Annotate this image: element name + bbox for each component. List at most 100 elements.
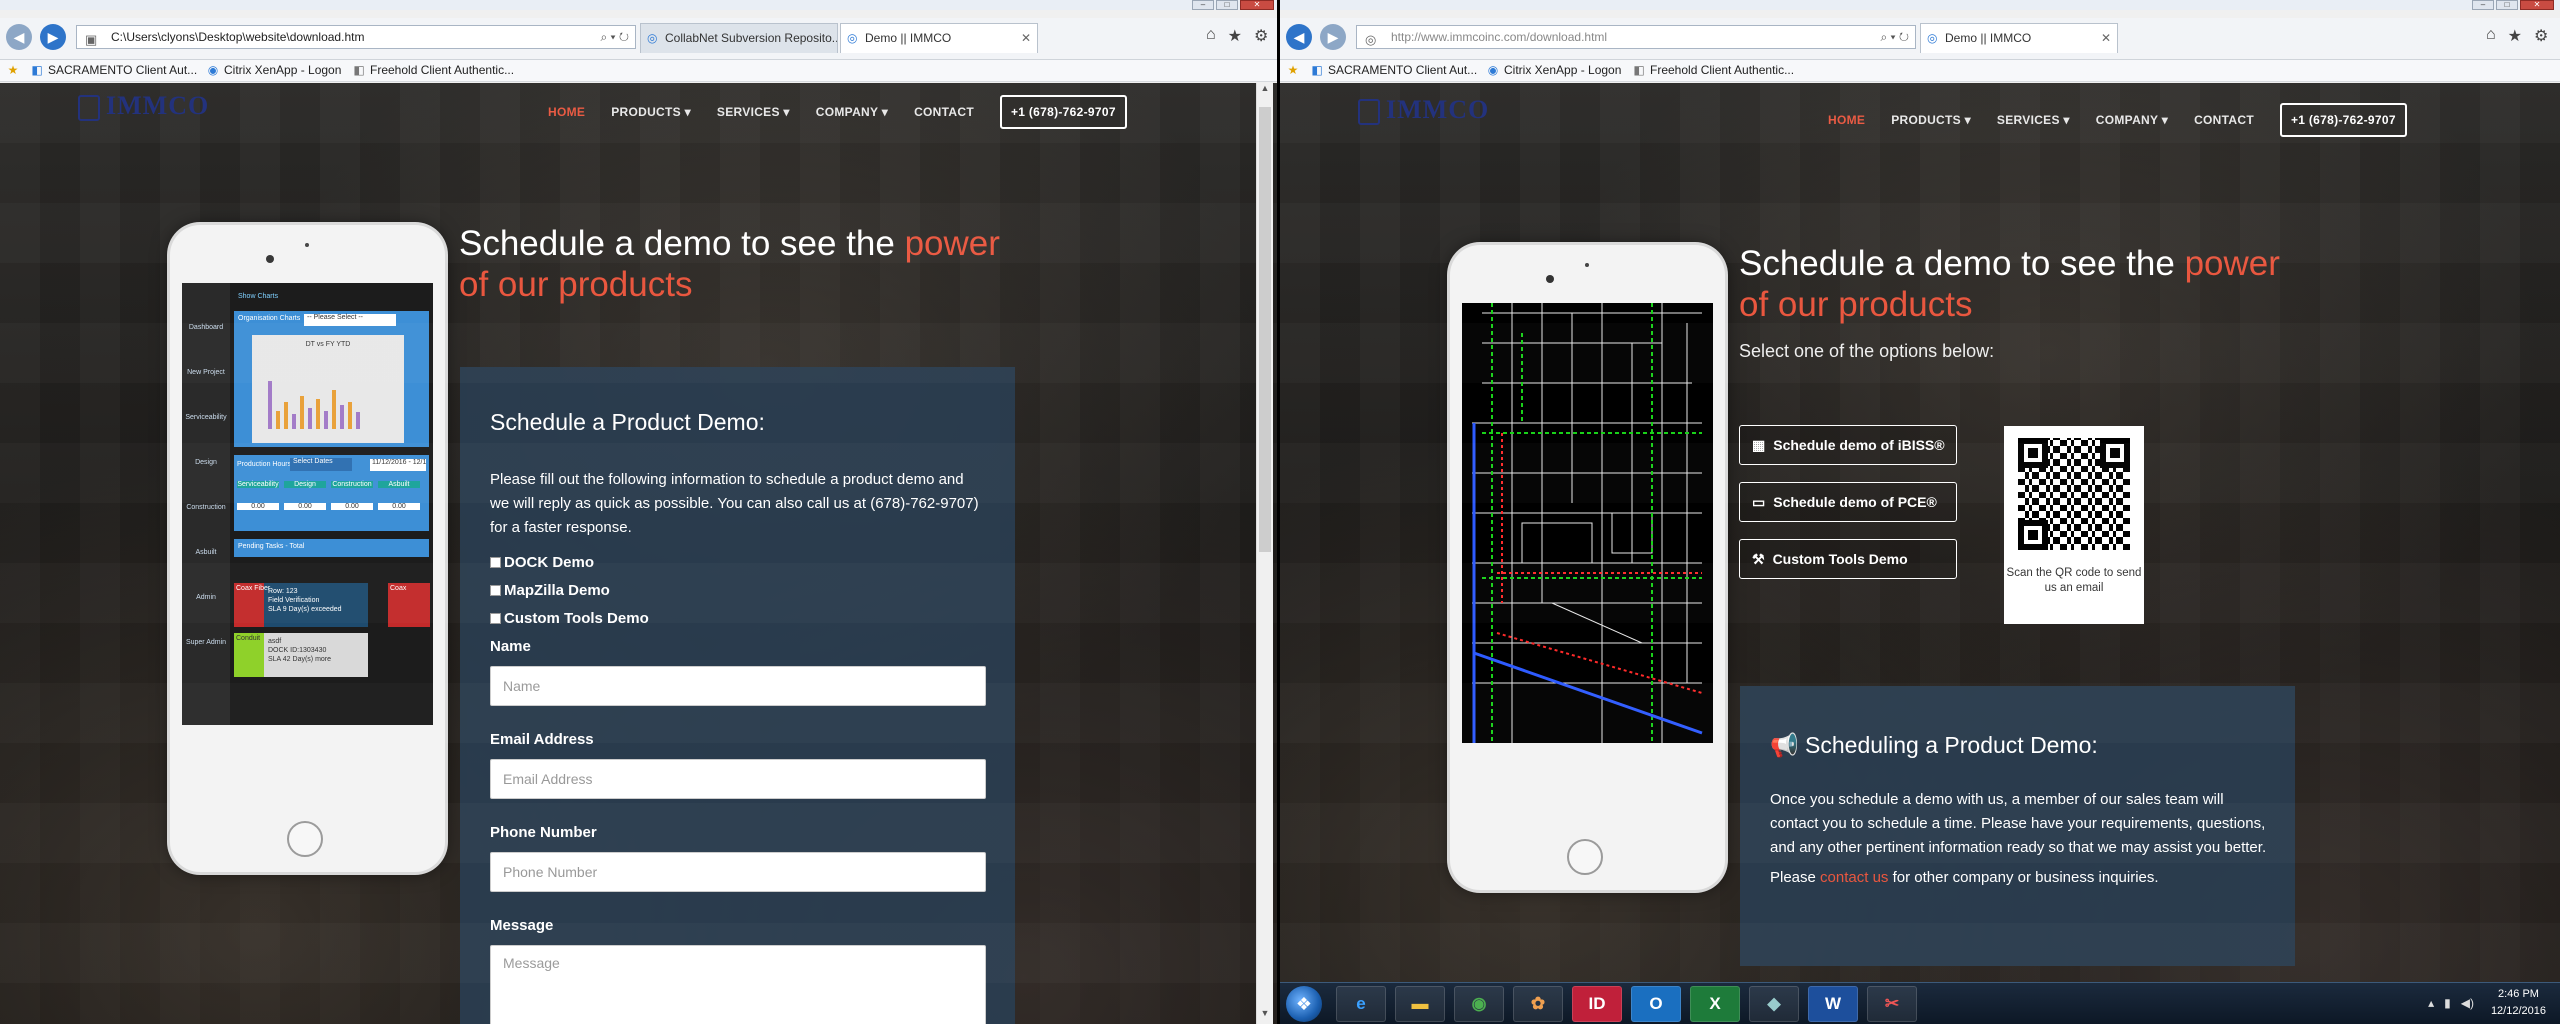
app-sidebar-item[interactable]: Serviceability — [184, 395, 228, 440]
taskbar-ie-icon[interactable]: e — [1336, 986, 1386, 1022]
favorite-link[interactable]: ◧ SACRAMENTO Client Aut... — [1310, 63, 1477, 77]
back-button[interactable]: ◀ — [1286, 24, 1312, 50]
taskbar-paint-icon[interactable]: ✿ — [1513, 986, 1563, 1022]
forward-button[interactable]: ▶ — [1320, 24, 1346, 50]
schedule-ibiss-button[interactable]: ▦ Schedule demo of iBISS® — [1739, 425, 1957, 465]
prod-select[interactable]: Select Dates — [290, 458, 352, 471]
checkbox-dock[interactable]: DOCK Demo — [490, 554, 594, 571]
checkbox-mapzilla[interactable]: MapZilla Demo — [490, 582, 610, 599]
taskbar-outlook-icon[interactable]: O — [1631, 986, 1681, 1022]
qr-code-card[interactable]: Scan the QR code to send us an email — [2004, 426, 2144, 624]
task-card-coax[interactable]: Coax — [388, 583, 430, 627]
favorite-link[interactable]: ◧ Freehold Client Authentic... — [352, 63, 514, 77]
contact-us-link[interactable]: contact us — [1820, 869, 1888, 886]
nav-products[interactable]: PRODUCTS ▾ — [1891, 113, 1971, 127]
org-label: Organisation Charts — [238, 315, 301, 322]
close-window-button[interactable]: ✕ — [1240, 0, 1274, 10]
task-card[interactable]: Coax Fiber Row: 123 Field Verification S… — [234, 583, 368, 627]
address-tools-icon[interactable]: ⌕ ▾ ↻ — [600, 26, 629, 48]
nav-contact[interactable]: CONTACT — [2194, 113, 2254, 127]
gear-icon[interactable]: ⚙ — [1254, 26, 1268, 46]
favorite-link[interactable]: ◉ Citrix XenApp - Logon — [206, 63, 342, 77]
favorite-link[interactable]: ◧ SACRAMENTO Client Aut... — [30, 63, 197, 77]
scroll-down-icon[interactable]: ▼ — [1257, 1008, 1273, 1024]
address-field[interactable]: ◎ http://www.immcoinc.com/download.html … — [1356, 25, 1916, 49]
favorite-link[interactable]: ◉ Citrix XenApp - Logon — [1486, 63, 1622, 77]
volume-icon[interactable]: ◀) — [2461, 996, 2474, 1010]
minimize-button[interactable]: – — [1192, 0, 1214, 10]
phone-input[interactable]: Phone Number — [490, 852, 986, 892]
scroll-thumb[interactable] — [1259, 107, 1271, 552]
taskbar-word-icon[interactable]: W — [1808, 986, 1858, 1022]
message-textarea[interactable]: Message — [490, 945, 986, 1024]
mini-bar-chart — [268, 369, 394, 429]
tab-demo-immco[interactable]: ◎ Demo || IMMCO ✕ — [840, 23, 1038, 53]
address-field[interactable]: ▣ C:\Users\clyons\Desktop\website\downlo… — [76, 25, 636, 49]
org-select[interactable]: -- Please Select -- — [304, 314, 396, 326]
favorites-star-icon[interactable]: ★ — [6, 63, 24, 77]
tab-close-icon[interactable]: ✕ — [1021, 24, 1031, 52]
start-button[interactable]: ❖ — [1286, 986, 1322, 1022]
taskbar-chrome-icon[interactable]: ◉ — [1454, 986, 1504, 1022]
name-input[interactable]: Name — [490, 666, 986, 706]
site-logo[interactable]: IMMCO — [1358, 95, 1489, 126]
email-input[interactable]: Email Address — [490, 759, 986, 799]
tab-demo-immco[interactable]: ◎ Demo || IMMCO ✕ — [1920, 23, 2118, 53]
checkbox-icon[interactable] — [490, 585, 501, 596]
phone-speaker — [305, 243, 309, 247]
favorites-star-icon[interactable]: ★ — [1286, 63, 1304, 77]
taskbar-tool-icon[interactable]: ◆ — [1749, 986, 1799, 1022]
taskbar-indesign-icon[interactable]: ID — [1572, 986, 1622, 1022]
app-sidebar-item[interactable]: Asbuilt — [184, 530, 228, 575]
app-sidebar-item[interactable]: Construction — [184, 485, 228, 530]
taskbar-clock[interactable]: 2:46 PM 12/12/2016 — [2491, 986, 2546, 1020]
forward-button[interactable]: ▶ — [40, 24, 66, 50]
app-sidebar-item[interactable]: Super Admin — [184, 620, 228, 665]
checkbox-icon[interactable] — [490, 557, 501, 568]
app-sidebar-item[interactable]: Design — [184, 440, 228, 485]
checkbox-icon[interactable] — [490, 613, 501, 624]
home-icon[interactable]: ⌂ — [1206, 26, 1216, 46]
custom-tools-demo-button[interactable]: ⚒ Custom Tools Demo — [1739, 539, 1957, 579]
nav-home[interactable]: HOME — [1828, 113, 1865, 127]
back-button[interactable]: ◀ — [6, 24, 32, 50]
nav-contact[interactable]: CONTACT — [914, 105, 974, 119]
maximize-button[interactable]: □ — [1216, 0, 1238, 10]
nav-home[interactable]: HOME — [548, 105, 585, 119]
tray-expand-icon[interactable]: ▴ — [2428, 996, 2434, 1010]
scroll-up-icon[interactable]: ▲ — [1257, 83, 1273, 99]
schedule-pce-button[interactable]: ▭ Schedule demo of PCE® — [1739, 482, 1957, 522]
nav-services[interactable]: SERVICES ▾ — [1997, 113, 2070, 127]
network-icon[interactable]: ▮ — [2444, 996, 2451, 1010]
task-card[interactable]: Conduit asdf DOCK ID:1303430 SLA 42 Day(… — [234, 633, 368, 677]
nav-services[interactable]: SERVICES ▾ — [717, 105, 790, 119]
minimize-button[interactable]: – — [2472, 0, 2494, 10]
site-logo[interactable]: IMMCO — [78, 91, 209, 122]
laptop-icon: ▭ — [1752, 493, 1766, 510]
gear-icon[interactable]: ⚙ — [2534, 26, 2548, 46]
favorite-link[interactable]: ◧ Freehold Client Authentic... — [1632, 63, 1794, 77]
taskbar-excel-icon[interactable]: X — [1690, 986, 1740, 1022]
app-header[interactable]: Show Charts — [238, 293, 278, 300]
tab-collabnet[interactable]: ◎ CollabNet Subversion Reposito... — [640, 23, 838, 53]
checkbox-custom-tools[interactable]: Custom Tools Demo — [490, 610, 649, 627]
date-range[interactable]: 11/12/2016 - 12/1 — [370, 459, 426, 471]
star-icon[interactable]: ★ — [1228, 26, 1242, 46]
maximize-button[interactable]: □ — [2496, 0, 2518, 10]
nav-company[interactable]: COMPANY ▾ — [816, 105, 888, 119]
app-sidebar-item[interactable]: New Project — [184, 350, 228, 395]
close-window-button[interactable]: ✕ — [2520, 0, 2554, 10]
phone-button[interactable]: +1 (678)-762-9707 — [999, 95, 1127, 129]
tab-close-icon[interactable]: ✕ — [2101, 24, 2111, 52]
app-sidebar-item[interactable]: Dashboard — [184, 305, 228, 350]
nav-products[interactable]: PRODUCTS ▾ — [611, 105, 691, 119]
taskbar-explorer-icon[interactable]: ▬ — [1395, 986, 1445, 1022]
address-tools-icon[interactable]: ⌕ ▾ ↻ — [1880, 26, 1909, 48]
app-sidebar-item[interactable]: Admin — [184, 575, 228, 620]
phone-button[interactable]: +1 (678)-762-9707 — [2279, 103, 2407, 137]
home-icon[interactable]: ⌂ — [2486, 26, 2496, 46]
nav-company[interactable]: COMPANY ▾ — [2096, 113, 2168, 127]
star-icon[interactable]: ★ — [2508, 26, 2522, 46]
page-scrollbar[interactable]: ▲ ▼ — [1256, 83, 1273, 1024]
taskbar-snip-icon[interactable]: ✂ — [1867, 986, 1917, 1022]
